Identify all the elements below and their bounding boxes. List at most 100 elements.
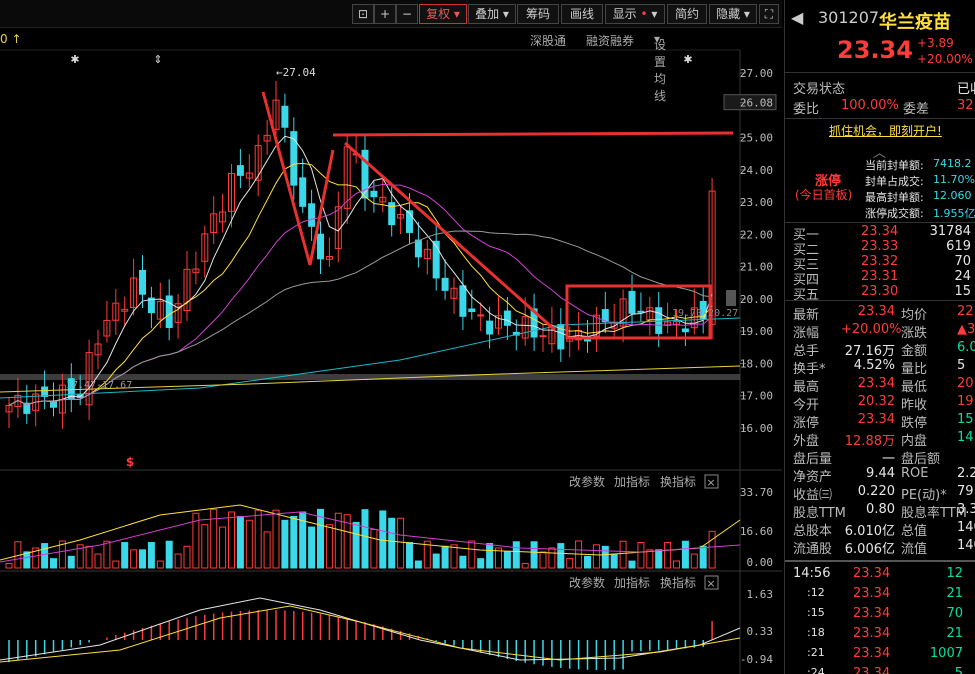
volume-panel-button[interactable]: 加指标 (614, 474, 650, 489)
price-tick-label: 17.00 (740, 390, 773, 403)
close-icon-glyph[interactable]: × (706, 476, 715, 489)
candle-body[interactable] (281, 105, 289, 128)
volume-bar (503, 551, 511, 569)
stat-value: 79 (957, 484, 974, 499)
tick-row: 14:56 23.34 12 (785, 566, 975, 584)
volume-panel-button[interactable]: 改参数 (569, 474, 605, 489)
bid-price: 23.34 (861, 224, 899, 239)
ma-settings-label: 设置均线 (654, 38, 667, 103)
weicha-label: 委差 (903, 102, 930, 117)
drawn-resistance-line[interactable] (332, 131, 734, 137)
zoom-in-icon[interactable]: + (374, 4, 396, 24)
simple-button[interactable]: 简约 (667, 4, 707, 24)
volume-panel-button[interactable]: 换指标 (660, 474, 696, 489)
macd-panel-button[interactable]: 换指标 (660, 575, 696, 590)
macd-panel-button[interactable]: 改参数 (569, 575, 605, 590)
volume-bar (370, 529, 378, 569)
lock-icon[interactable]: ⊡ (352, 4, 374, 24)
margin-link[interactable]: 融资融券 (586, 32, 634, 49)
candle-body[interactable] (236, 165, 244, 176)
bid-row[interactable]: 买三 23.32 70 (785, 254, 975, 273)
volume-bar (174, 553, 182, 569)
stat-label: 均价 (901, 308, 928, 323)
drawn-downtrend-line[interactable] (344, 141, 556, 332)
volume-bar (512, 541, 520, 569)
tick-volume: 21 (946, 626, 963, 641)
zoom-out-icon[interactable]: − (396, 4, 418, 24)
open-account-ad[interactable]: 抓住机会，即刻开户! (785, 122, 975, 140)
event-marker-icon[interactable]: ⇕ (153, 53, 162, 66)
candle-body[interactable] (681, 328, 689, 333)
hk-connect-link[interactable]: 深股通 (530, 32, 566, 49)
overlay-button[interactable]: 叠加 ▾ (468, 4, 516, 24)
candle-body[interactable] (468, 308, 476, 313)
price-block: 23.34 +3.89 +20.00% (785, 36, 975, 66)
bid-volume: 70 (954, 254, 971, 269)
stat-value: 23.34 (857, 304, 895, 319)
price-tick-label: 22.00 (740, 228, 773, 241)
adjust-button[interactable]: 复权 ▾ (419, 4, 467, 24)
stat-value: 一 (881, 452, 895, 467)
draw-button[interactable]: 画线 (561, 4, 603, 24)
chips-button[interactable]: 筹码 (517, 4, 559, 24)
candle-body[interactable] (459, 285, 467, 317)
candle-body[interactable] (299, 177, 307, 207)
candle-body[interactable] (308, 203, 316, 227)
stat-value: 4.52% (853, 358, 895, 373)
stat-label: 股息TTM (793, 506, 846, 521)
stat-value: 15 (957, 412, 974, 427)
ma-settings-link[interactable]: 设置均线 ▾ (654, 32, 666, 103)
bid-row[interactable]: 买一 23.34 31784 (785, 224, 975, 243)
scroll-handle[interactable] (726, 290, 736, 306)
tick-volume: 5 (954, 666, 963, 674)
event-marker-icon[interactable]: ✱ (70, 53, 79, 66)
candle-body[interactable] (503, 310, 511, 326)
display-button[interactable]: 显示 • ▾ (605, 4, 665, 24)
divider (785, 222, 975, 223)
stat-row: 最新 23.34 均价 22 (785, 304, 975, 323)
stat-label: 总手 (793, 344, 820, 359)
limit-info-label: 涨停成交额: (865, 207, 924, 220)
bid-row[interactable]: 买二 23.33 619 (785, 239, 975, 258)
bid-price: 23.32 (861, 254, 899, 269)
volume-bar (628, 560, 636, 569)
candle-body[interactable] (477, 314, 485, 317)
candle-body[interactable] (317, 233, 324, 260)
back-arrow-icon[interactable]: ◀ (791, 8, 803, 27)
candle-body[interactable] (486, 320, 494, 335)
candle-body[interactable] (637, 310, 645, 313)
stat-row: 换手* 4.52% 量比 5 (785, 358, 975, 377)
candle-body[interactable] (139, 269, 146, 295)
limit-info-label: 封单占成交: (865, 175, 924, 188)
candle-body[interactable] (165, 295, 173, 328)
candle-body[interactable] (370, 190, 378, 198)
candle-body[interactable] (290, 131, 298, 186)
candle-body[interactable] (628, 290, 636, 314)
bid-row[interactable]: 买五 23.30 15 (785, 284, 975, 303)
event-marker-icon[interactable]: ✱ (683, 53, 692, 66)
macd-panel-button[interactable]: 加指标 (614, 575, 650, 590)
candle-body[interactable] (441, 277, 449, 291)
stat-value: +20.00% (841, 322, 902, 337)
volume-bar (379, 510, 387, 569)
expand-icon[interactable]: ⛶ (759, 4, 779, 24)
ad-text[interactable]: 抓住机会，即刻开户! (829, 122, 942, 139)
bid-row[interactable]: 买四 23.31 24 (785, 269, 975, 288)
tick-row: :12 23.34 21 (785, 586, 975, 604)
stat-label: 跌停 (901, 416, 928, 431)
stat-label: 流值 (901, 542, 928, 557)
volume-bar (165, 540, 173, 569)
collapse-toggle[interactable]: ︿ (785, 142, 975, 161)
bid-volume: 15 (954, 284, 971, 299)
volume-bar (397, 517, 405, 569)
volume-bar (67, 555, 75, 569)
candle-body[interactable] (539, 335, 547, 338)
candle-body[interactable] (406, 210, 413, 233)
volume-bar (637, 542, 645, 569)
candle-body[interactable] (41, 386, 49, 397)
hide-button[interactable]: 隐藏 ▾ (709, 4, 757, 24)
left-marker: 0 ↑ (0, 32, 22, 46)
candle-body[interactable] (414, 239, 422, 258)
candle-body[interactable] (655, 307, 663, 334)
close-icon-glyph[interactable]: × (706, 577, 715, 590)
